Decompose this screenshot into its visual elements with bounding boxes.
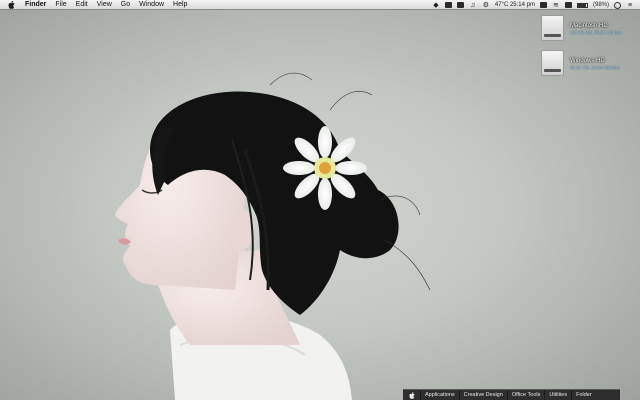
drive-macintosh-hd[interactable]: Macintosh HD 137.68 GB, 36.96 GB free [541, 15, 636, 49]
temperature-time-text[interactable]: 47°C 25:14 pm [495, 1, 535, 9]
drive-info: 137.68 GB, 36.96 GB free [570, 30, 623, 35]
dock-apple-item[interactable] [403, 390, 421, 400]
drive-name: Macintosh HD [570, 23, 608, 29]
dock: Applications Creative Design Office Tool… [403, 389, 620, 400]
hard-drive-icon[interactable] [541, 50, 564, 76]
music-icon[interactable]: ♫ [469, 2, 477, 9]
dock-office-tools[interactable]: Office Tools [508, 390, 546, 400]
drive-info: 52.51 GB, 24.64 GB free [570, 65, 620, 70]
volume-icon[interactable] [564, 2, 572, 8]
messages-icon[interactable] [444, 2, 452, 8]
menu-finder[interactable]: Finder [25, 1, 46, 9]
wifi-icon[interactable]: ≋ [552, 2, 560, 9]
list-icon[interactable]: ≡ [626, 2, 634, 9]
menu-bar: Finder File Edit View Go Window Help ◆ ♫… [0, 0, 640, 10]
gears-icon[interactable]: ⚙ [482, 2, 490, 9]
desktop: Finder File Edit View Go Window Help ◆ ♫… [0, 0, 640, 400]
dock-folder[interactable]: Folder [572, 390, 596, 400]
menu-help[interactable]: Help [173, 1, 187, 9]
battery-percent[interactable]: (98%) [593, 1, 609, 9]
hard-drive-icon[interactable] [541, 15, 564, 41]
spotlight-icon[interactable] [614, 1, 621, 9]
drive-windows-hd[interactable]: Windows HD 52.51 GB, 24.64 GB free [541, 50, 636, 84]
dock-applications[interactable]: Applications [421, 390, 460, 400]
status-area: ◆ ♫ ⚙ 47°C 25:14 pm ≋ (98%) ≡ [432, 1, 634, 9]
screen-icon[interactable] [456, 2, 464, 8]
menu-view[interactable]: View [97, 1, 112, 9]
menu-file[interactable]: File [55, 1, 66, 9]
menu-window[interactable]: Window [139, 1, 164, 9]
apple-icon [408, 391, 415, 399]
menu-edit[interactable]: Edit [76, 1, 88, 9]
drive-name: Windows HD [570, 58, 605, 64]
notification-icon[interactable] [539, 2, 547, 8]
menu-go[interactable]: Go [121, 1, 130, 9]
dropbox-icon[interactable]: ◆ [432, 2, 440, 9]
dock-creative-design[interactable]: Creative Design [460, 390, 508, 400]
battery-icon[interactable] [576, 2, 588, 8]
apple-icon[interactable] [8, 1, 15, 9]
dock-utilities[interactable]: Utilities [545, 390, 573, 400]
